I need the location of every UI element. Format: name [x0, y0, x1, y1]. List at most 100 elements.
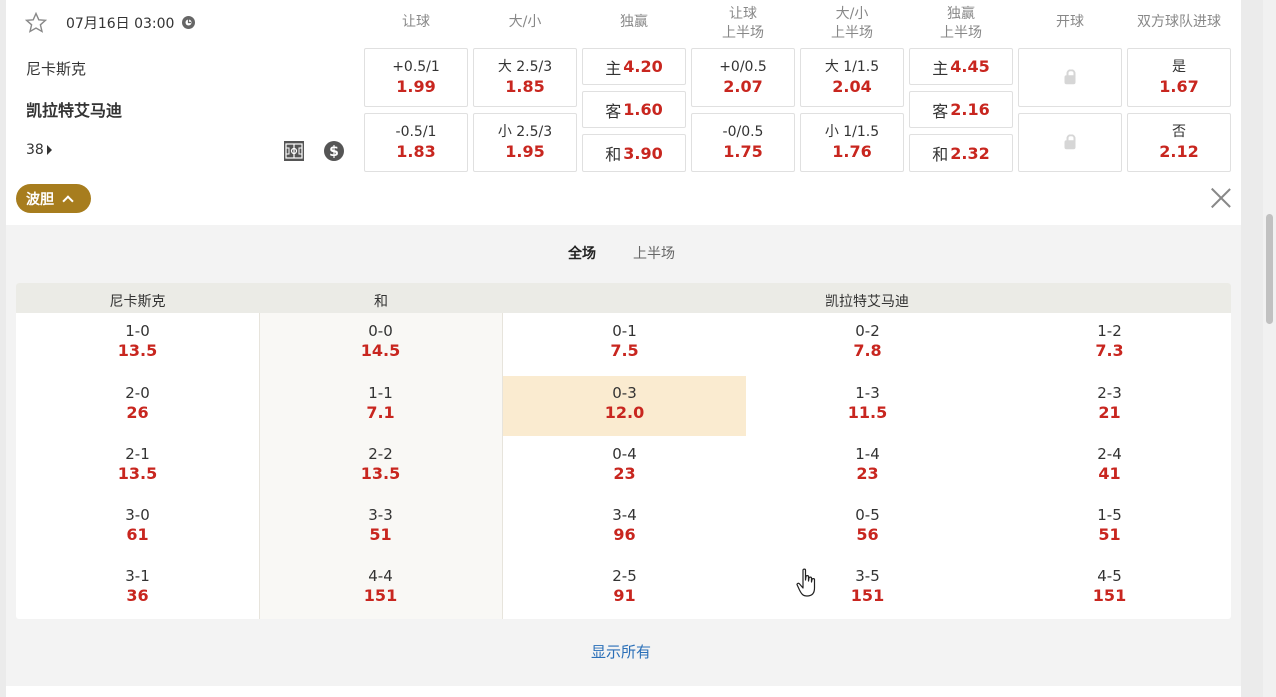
score-cell[interactable]: 1-3 11.5: [746, 384, 989, 422]
score-cell[interactable]: 2-1 13.5: [16, 445, 259, 483]
col-header-home: 尼卡斯克: [109, 294, 166, 310]
odds-label: 大 2.5/3: [497, 59, 553, 75]
odds-value: 2.04: [832, 77, 872, 96]
header-win-h1-line1: 独赢: [947, 6, 975, 22]
scrollbar-thumb[interactable]: [1266, 214, 1273, 324]
odds-under-h1[interactable]: 小 1/1.5 1.76: [800, 113, 904, 172]
score-label: 0-1: [612, 322, 637, 340]
odds-value: 4.45: [950, 57, 990, 76]
odds-over[interactable]: 大 2.5/3 1.85: [473, 48, 577, 107]
tab-first-half[interactable]: 上半场: [633, 243, 675, 263]
score-odds: 23: [856, 464, 879, 483]
header-ou-h1-line1: 大/小: [835, 6, 869, 22]
odds-label: -0/0.5: [722, 124, 764, 140]
score-cell[interactable]: 0-2 7.8: [746, 322, 989, 360]
odds-value: 3.90: [623, 143, 663, 163]
odds-value: 1.99: [396, 77, 436, 96]
score-label: 2-5: [612, 567, 637, 585]
score-odds: 151: [850, 586, 885, 605]
score-odds: 26: [126, 403, 149, 422]
cashout-dollar-icon[interactable]: $: [324, 141, 344, 161]
score-odds: 41: [1098, 464, 1121, 483]
pitch-icon[interactable]: [284, 141, 304, 161]
odds-value: 4.20: [623, 57, 663, 76]
odds-win-h1-draw[interactable]: 和 2.32: [909, 134, 1013, 172]
odds-win-draw[interactable]: 和 3.90: [582, 134, 686, 172]
odds-label: -0.5/1: [395, 124, 437, 140]
score-cell[interactable]: 3-4 96: [503, 506, 746, 544]
score-odds: 23: [613, 464, 636, 483]
odds-under[interactable]: 小 2.5/3 1.95: [473, 113, 577, 172]
score-cell[interactable]: 1-0 13.5: [16, 322, 259, 360]
score-cell[interactable]: 2-5 91: [503, 567, 746, 605]
score-label: 1-3: [855, 384, 880, 402]
score-cell[interactable]: 4-5 151: [988, 567, 1231, 605]
close-icon[interactable]: [1211, 188, 1231, 208]
header-win-h1: 独赢 上半场: [909, 5, 1013, 43]
header-over-under: 大/小: [508, 14, 542, 30]
favorite-star-icon[interactable]: [25, 12, 47, 33]
odds-win-home[interactable]: 主 4.20: [582, 48, 686, 85]
scrollbar[interactable]: [1263, 0, 1276, 697]
score-cell[interactable]: 2-2 13.5: [259, 445, 502, 483]
score-label: 0-4: [612, 445, 637, 463]
score-odds: 13.5: [360, 464, 401, 483]
odds-over-h1[interactable]: 大 1/1.5 2.04: [800, 48, 904, 107]
odds-label: +0/0.5: [719, 59, 767, 75]
score-odds: 151: [363, 586, 398, 605]
odds-btts-yes[interactable]: 是 1.67: [1127, 48, 1231, 107]
chevron-up-icon: [62, 194, 74, 207]
odds-label: 和: [605, 145, 622, 164]
score-cell[interactable]: 3-3 51: [259, 506, 502, 544]
score-odds: 13.5: [117, 341, 158, 360]
more-markets-link[interactable]: 38: [26, 142, 52, 158]
odds-win-h1-home[interactable]: 主 4.45: [909, 48, 1013, 85]
header-handicap-h1-line2: 上半场: [722, 25, 764, 41]
score-label: 0-5: [855, 506, 880, 524]
correct-score-toggle[interactable]: 波胆: [16, 184, 91, 213]
score-cell[interactable]: 0-4 23: [503, 445, 746, 483]
score-odds: 12.0: [604, 403, 645, 422]
tab-full-time[interactable]: 全场: [568, 243, 596, 263]
odds-label: 是: [1172, 59, 1186, 75]
score-cell[interactable]: 1-2 7.3: [988, 322, 1231, 360]
score-label: 4-5: [1097, 567, 1122, 585]
header-handicap: 让球: [402, 14, 430, 30]
score-cell[interactable]: 3-5 151: [746, 567, 989, 605]
score-label: 2-0: [125, 384, 150, 402]
odds-label: 小 1/1.5: [824, 124, 880, 140]
odds-handicap-h1-home[interactable]: +0/0.5 2.07: [691, 48, 795, 107]
odds-label: 主: [605, 58, 622, 78]
score-cell[interactable]: 1-1 7.1: [259, 384, 502, 422]
score-cell[interactable]: 2-3 21: [988, 384, 1231, 422]
odds-handicap-home[interactable]: +0.5/1 1.99: [364, 48, 468, 107]
score-cell[interactable]: 3-1 36: [16, 567, 259, 605]
score-cell[interactable]: 2-0 26: [16, 384, 259, 422]
header-btts: 双方球队进球: [1137, 14, 1221, 30]
odds-win-away[interactable]: 客 1.60: [582, 91, 686, 128]
score-cell[interactable]: 0-3 12.0: [503, 384, 746, 422]
score-cell[interactable]: 3-0 61: [16, 506, 259, 544]
score-odds: 51: [369, 525, 392, 544]
odds-value: 1.67: [1159, 77, 1199, 96]
odds-win-h1-away[interactable]: 客 2.16: [909, 91, 1013, 128]
score-cell[interactable]: 2-4 41: [988, 445, 1231, 483]
score-label: 1-5: [1097, 506, 1122, 524]
home-team-name: 尼卡斯克: [26, 60, 87, 78]
odds-handicap-h1-away[interactable]: -0/0.5 1.75: [691, 113, 795, 172]
score-cell[interactable]: 0-0 14.5: [259, 322, 502, 360]
score-cell[interactable]: 0-5 56: [746, 506, 989, 544]
odds-btts-no[interactable]: 否 2.12: [1127, 113, 1231, 172]
score-cell[interactable]: 0-1 7.5: [503, 322, 746, 360]
score-cell[interactable]: 1-4 23: [746, 445, 989, 483]
correct-score-header: 尼卡斯克 和 凯拉特艾马迪: [16, 283, 1231, 313]
score-cell[interactable]: 4-4 151: [259, 567, 502, 605]
show-all-link[interactable]: 显示所有: [591, 641, 651, 662]
score-cell[interactable]: 1-5 51: [988, 506, 1231, 544]
score-label: 4-4: [368, 567, 393, 585]
odds-label: +0.5/1: [392, 59, 440, 75]
header-match-winner: 独赢: [620, 14, 648, 30]
odds-label: 客: [605, 101, 622, 121]
odds-value: 2.16: [950, 100, 990, 119]
odds-handicap-away[interactable]: -0.5/1 1.83: [364, 113, 468, 172]
